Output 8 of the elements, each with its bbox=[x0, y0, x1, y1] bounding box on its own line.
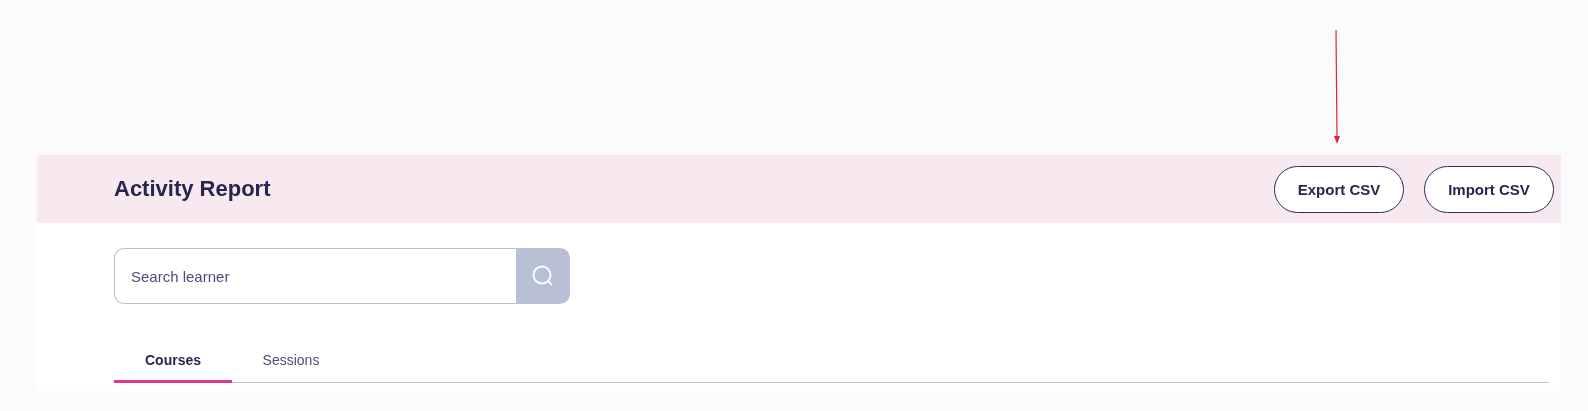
search-field[interactable]: Search learner bbox=[114, 248, 516, 304]
search-button[interactable] bbox=[516, 248, 570, 304]
header-button[interactable]: Import CSV bbox=[1424, 165, 1554, 213]
tab[interactable]: Sessions bbox=[232, 340, 350, 383]
tab[interactable]: Courses bbox=[114, 340, 232, 383]
header-button[interactable]: Export CSV bbox=[1274, 165, 1404, 213]
page-title: Activity Report bbox=[114, 176, 271, 202]
search-icon bbox=[531, 264, 555, 288]
